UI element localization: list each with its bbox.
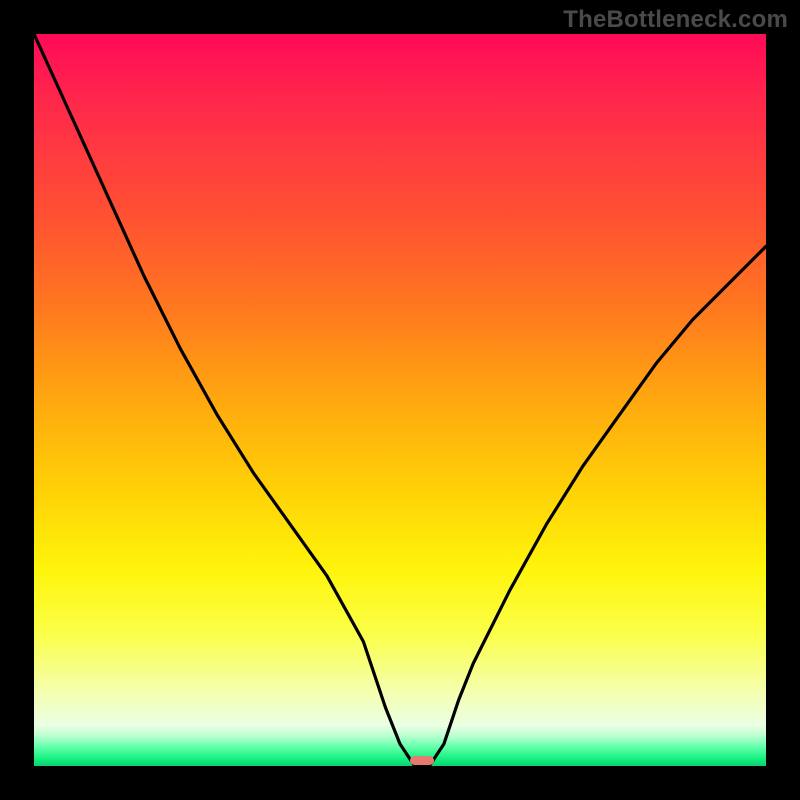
bottleneck-curve-path bbox=[34, 34, 766, 766]
chart-frame: TheBottleneck.com bbox=[0, 0, 800, 800]
curve-svg bbox=[34, 34, 766, 766]
optimal-point-marker bbox=[410, 756, 433, 765]
watermark-text: TheBottleneck.com bbox=[563, 6, 788, 34]
plot-area bbox=[34, 34, 766, 766]
